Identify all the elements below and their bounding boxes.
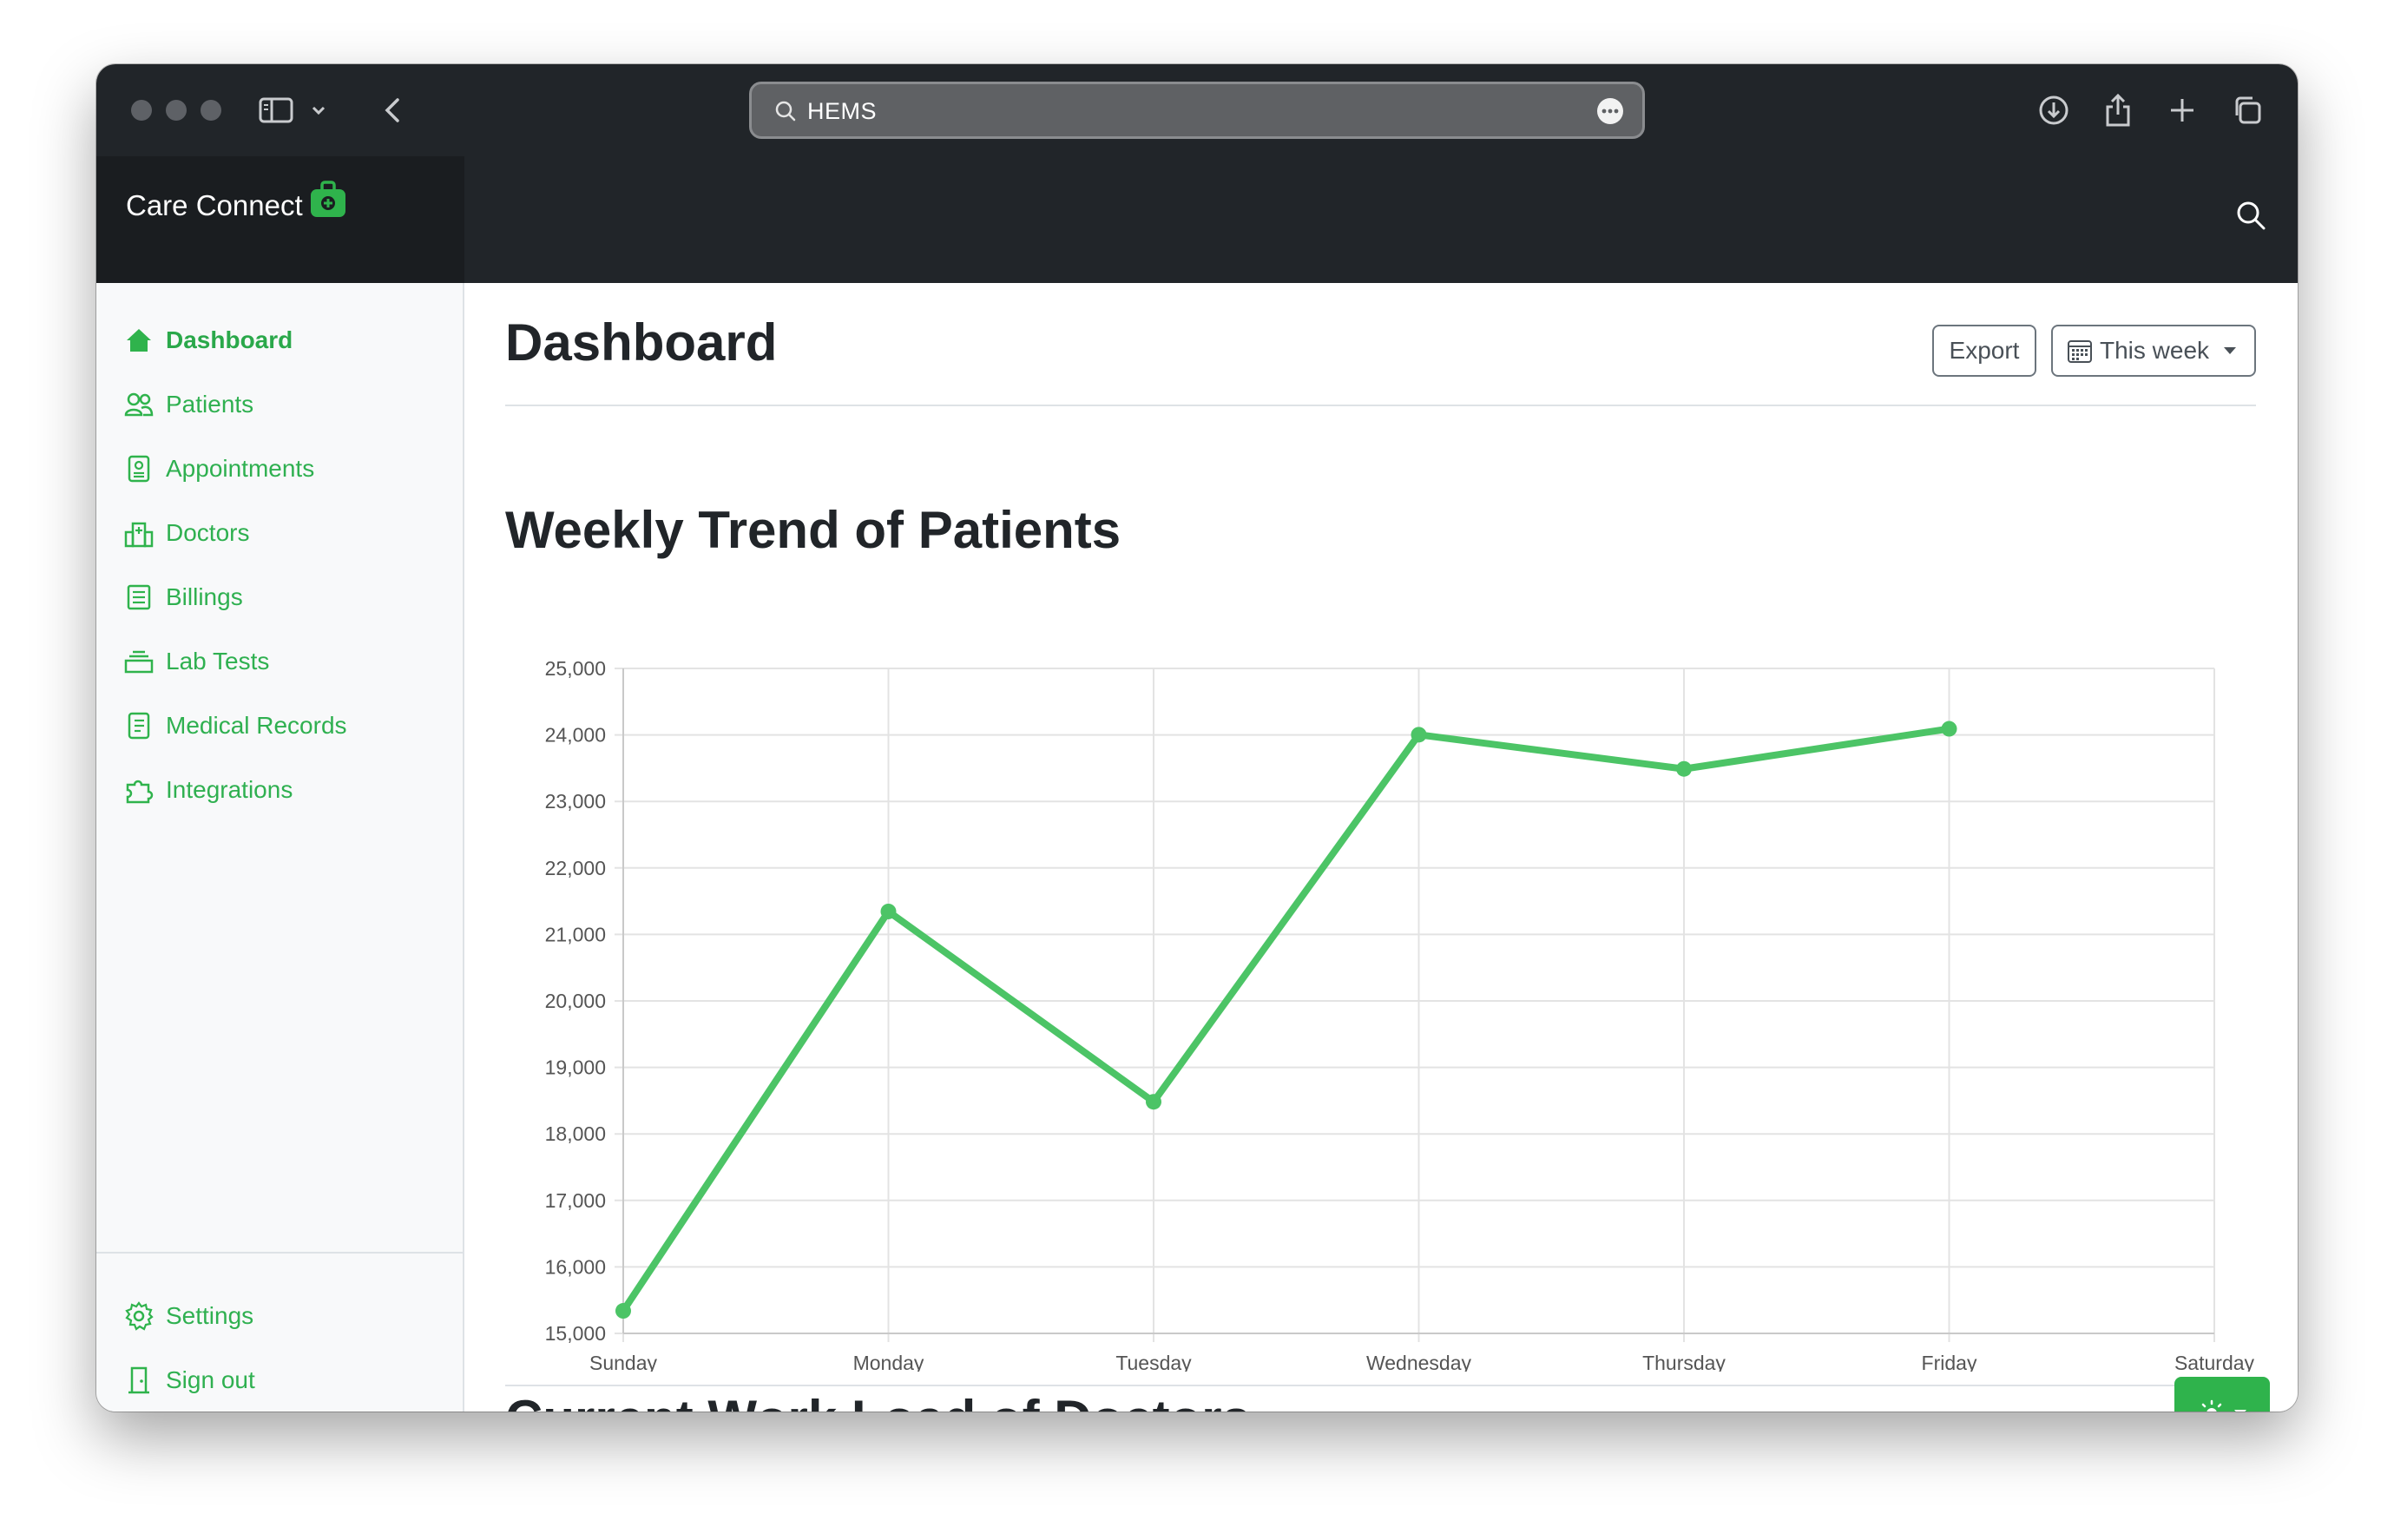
- medical-bag-icon: [309, 181, 347, 225]
- sidebar-item-label: Dashboard: [166, 326, 293, 353]
- sidebar-item-appointments[interactable]: Appointments: [124, 451, 314, 486]
- y-tick-label: 22,000: [545, 857, 606, 879]
- x-tick-label: Saturday: [2174, 1352, 2255, 1372]
- address-text: HEMS: [807, 98, 878, 124]
- y-tick-label: 25,000: [545, 657, 606, 680]
- x-tick-label: Friday: [1922, 1352, 1977, 1372]
- sidebar-item-doctors[interactable]: Doctors: [124, 516, 249, 550]
- caret-down-icon: [2233, 1409, 2247, 1412]
- caret-down-icon: [2223, 346, 2237, 355]
- window-close-button[interactable]: [131, 100, 152, 121]
- title-divider: [505, 405, 2256, 406]
- sidebar-item-patients[interactable]: Patients: [124, 387, 253, 422]
- tray-icon: [124, 647, 154, 676]
- sidebar-item-label: Doctors: [166, 519, 250, 546]
- y-tick-label: 15,000: [545, 1322, 606, 1345]
- data-point: [1676, 760, 1692, 777]
- calendar-icon: [2067, 338, 2093, 364]
- page-title: Dashboard: [505, 313, 778, 372]
- sidebar-item-label: Lab Tests: [166, 648, 270, 675]
- y-tick-label: 20,000: [545, 990, 606, 1012]
- download-icon[interactable]: [2032, 89, 2075, 132]
- tabs-overview-icon[interactable]: [2226, 89, 2269, 132]
- new-tab-icon[interactable]: [2161, 89, 2204, 132]
- sidebar-item-label: Settings: [166, 1302, 254, 1329]
- y-tick-label: 24,000: [545, 724, 606, 747]
- window-minimize-button[interactable]: [166, 100, 187, 121]
- chevron-down-icon[interactable]: [308, 89, 329, 132]
- export-button[interactable]: Export: [1932, 325, 2036, 377]
- y-tick-label: 21,000: [545, 923, 606, 945]
- x-tick-label: Thursday: [1642, 1352, 1726, 1372]
- sidebar-item-label: Integrations: [166, 776, 293, 803]
- data-point: [615, 1303, 631, 1320]
- sidebar-item-label: Patients: [166, 391, 254, 418]
- x-tick-label: Tuesday: [1115, 1352, 1192, 1372]
- x-tick-label: Wednesday: [1366, 1352, 1472, 1372]
- people-icon: [124, 390, 154, 419]
- workload-section-title: Current Work Load of Doctors: [505, 1389, 1251, 1412]
- section-divider: [505, 1385, 2256, 1386]
- sidebar-item-dashboard[interactable]: Dashboard: [124, 323, 293, 358]
- app-navbar: Care Connect: [96, 156, 2298, 283]
- sidebar-item-medical-records[interactable]: Medical Records: [124, 708, 347, 743]
- puzzle-icon: [124, 775, 154, 805]
- sidebar-item-label: Sign out: [166, 1366, 255, 1393]
- date-range-label: This week: [2100, 337, 2210, 364]
- search-icon[interactable]: [2235, 200, 2266, 235]
- chart-section-title: Weekly Trend of Patients: [505, 501, 1121, 559]
- y-tick-label: 19,000: [545, 1056, 606, 1079]
- hospital-icon: [124, 518, 154, 548]
- browser-toolbar: HEMS: [96, 64, 2298, 156]
- date-range-dropdown[interactable]: This week: [2051, 325, 2256, 377]
- house-icon: [124, 326, 154, 355]
- sidebar-item-label: Medical Records: [166, 712, 347, 739]
- sidebar-item-integrations[interactable]: Integrations: [124, 773, 293, 807]
- gear-icon: [124, 1301, 154, 1331]
- clipboard-person-icon: [124, 454, 154, 484]
- data-point: [1941, 721, 1957, 737]
- x-tick-label: Monday: [853, 1352, 924, 1372]
- sidebar-divider: [96, 1252, 464, 1254]
- sun-icon: [2197, 1399, 2226, 1412]
- export-label: Export: [1949, 337, 2020, 364]
- share-icon[interactable]: [2096, 89, 2140, 132]
- data-point: [1146, 1094, 1161, 1110]
- theme-toggle-button[interactable]: [2174, 1377, 2270, 1412]
- data-point: [1411, 727, 1427, 743]
- window-zoom-button[interactable]: [201, 100, 221, 121]
- door-icon: [124, 1366, 154, 1395]
- y-tick-label: 16,000: [545, 1255, 606, 1278]
- series-line: [620, 725, 1953, 1315]
- sidebar-item-sign-out[interactable]: Sign out: [124, 1363, 255, 1398]
- back-icon[interactable]: [371, 89, 414, 132]
- sidebar-item-billings[interactable]: Billings: [124, 580, 243, 615]
- browser-window: HEMS Care Connect Dashboard Patients App…: [96, 64, 2298, 1412]
- data-point: [880, 903, 897, 919]
- y-tick-label: 23,000: [545, 790, 606, 813]
- y-tick-label: 17,000: [545, 1189, 606, 1212]
- search-icon: [774, 100, 797, 127]
- address-bar[interactable]: HEMS: [749, 82, 1645, 139]
- more-icon[interactable]: [1597, 98, 1623, 124]
- sidebar-item-lab-tests[interactable]: Lab Tests: [124, 644, 269, 679]
- patients-line-chart: 15,000 16,000 17,000 18,000 19,000 20,000 21,0…: [545, 657, 2255, 1372]
- receipt-icon: [124, 582, 154, 612]
- brand-area: Care Connect: [96, 156, 464, 283]
- sidebar-item-label: Appointments: [166, 455, 315, 482]
- sidebar-item-settings[interactable]: Settings: [124, 1299, 253, 1333]
- sidebar-item-label: Billings: [166, 583, 243, 610]
- sidebar-toggle-icon[interactable]: [254, 89, 298, 132]
- y-tick-label: 18,000: [545, 1122, 606, 1145]
- journal-text-icon: [124, 711, 154, 740]
- main-content: Dashboard Export This week Weekly Trend …: [465, 283, 2298, 1412]
- x-tick-label: Sunday: [589, 1352, 658, 1372]
- brand-name[interactable]: Care Connect: [126, 189, 303, 222]
- sidebar: Dashboard Patients Appointments Doctors …: [96, 283, 464, 1412]
